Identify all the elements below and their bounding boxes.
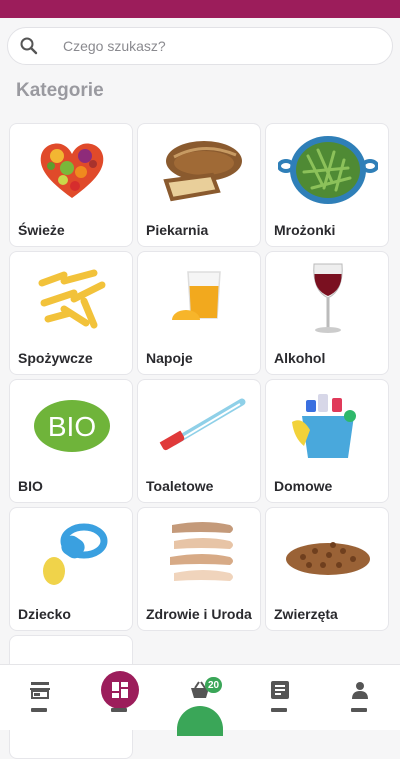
category-tile-swieze[interactable]: Świeże	[9, 123, 133, 247]
category-label: Mrożonki	[274, 222, 336, 238]
ghost-nav-remnant	[31, 708, 47, 712]
orders-list-icon	[271, 681, 289, 699]
category-label: Spożywcze	[18, 350, 93, 366]
cleaning-bucket-icon	[292, 394, 356, 458]
wine-glass-icon	[313, 263, 343, 333]
category-label: Piekarnia	[146, 222, 209, 238]
category-tile-zwierzeta[interactable]: Zwierzęta	[265, 507, 389, 631]
section-title: Kategorie	[16, 80, 104, 101]
category-label: BIO	[18, 478, 43, 494]
category-tile-napoje[interactable]: Napoje	[137, 251, 261, 375]
account-icon	[352, 682, 368, 699]
category-tile-dziecko[interactable]: Dziecko	[9, 507, 133, 631]
home-grid-icon	[112, 682, 128, 698]
category-tile-alkohol[interactable]: Alkohol	[265, 251, 389, 375]
category-label: Dziecko	[18, 606, 71, 622]
cart-count-badge: 20	[205, 677, 223, 693]
search-icon	[20, 37, 38, 55]
category-label: Alkohol	[274, 350, 326, 366]
ghost-nav-remnant	[111, 708, 127, 712]
category-label: Świeże	[18, 222, 65, 238]
category-label: Toaletowe	[146, 478, 214, 494]
category-tile-zdrowie-i-uroda[interactable]: Zdrowie i Uroda	[137, 507, 261, 631]
bio-leaf-icon: BIO	[34, 400, 110, 452]
status-bar	[0, 0, 400, 18]
ghost-nav-remnant	[351, 708, 367, 712]
category-tile-mrozonki[interactable]: Mrożonki	[265, 123, 389, 247]
category-label: Zwierzęta	[274, 606, 338, 622]
category-label: Zdrowie i Uroda	[146, 606, 252, 622]
makeup-swatches-icon	[170, 522, 233, 581]
category-tile-domowe[interactable]: Domowe	[265, 379, 389, 503]
fruit-heart-icon	[40, 143, 104, 198]
category-tile-toaletowe[interactable]: Toaletowe	[137, 379, 261, 503]
toothbrush-icon	[157, 398, 246, 451]
category-tile-piekarnia[interactable]: Piekarnia	[137, 123, 261, 247]
green-beans-bowl-icon	[278, 136, 378, 204]
category-tile-bio[interactable]: BIO BIO	[9, 379, 133, 503]
home-button[interactable]	[101, 671, 139, 709]
ghost-nav-remnant	[271, 708, 287, 712]
category-label: Napoje	[146, 350, 193, 366]
pasta-icon	[38, 269, 106, 329]
category-tile-spozywcze[interactable]: Spożywcze	[9, 251, 133, 375]
search-bar[interactable]	[7, 27, 393, 65]
bread-icon	[163, 141, 242, 202]
category-label: Domowe	[274, 478, 333, 494]
search-input[interactable]	[63, 38, 363, 54]
svg-text:BIO: BIO	[48, 411, 96, 442]
pacifier-icon	[43, 523, 108, 585]
juice-glass-icon	[172, 271, 221, 320]
pet-food-icon	[286, 542, 370, 575]
store-icon	[30, 682, 50, 699]
